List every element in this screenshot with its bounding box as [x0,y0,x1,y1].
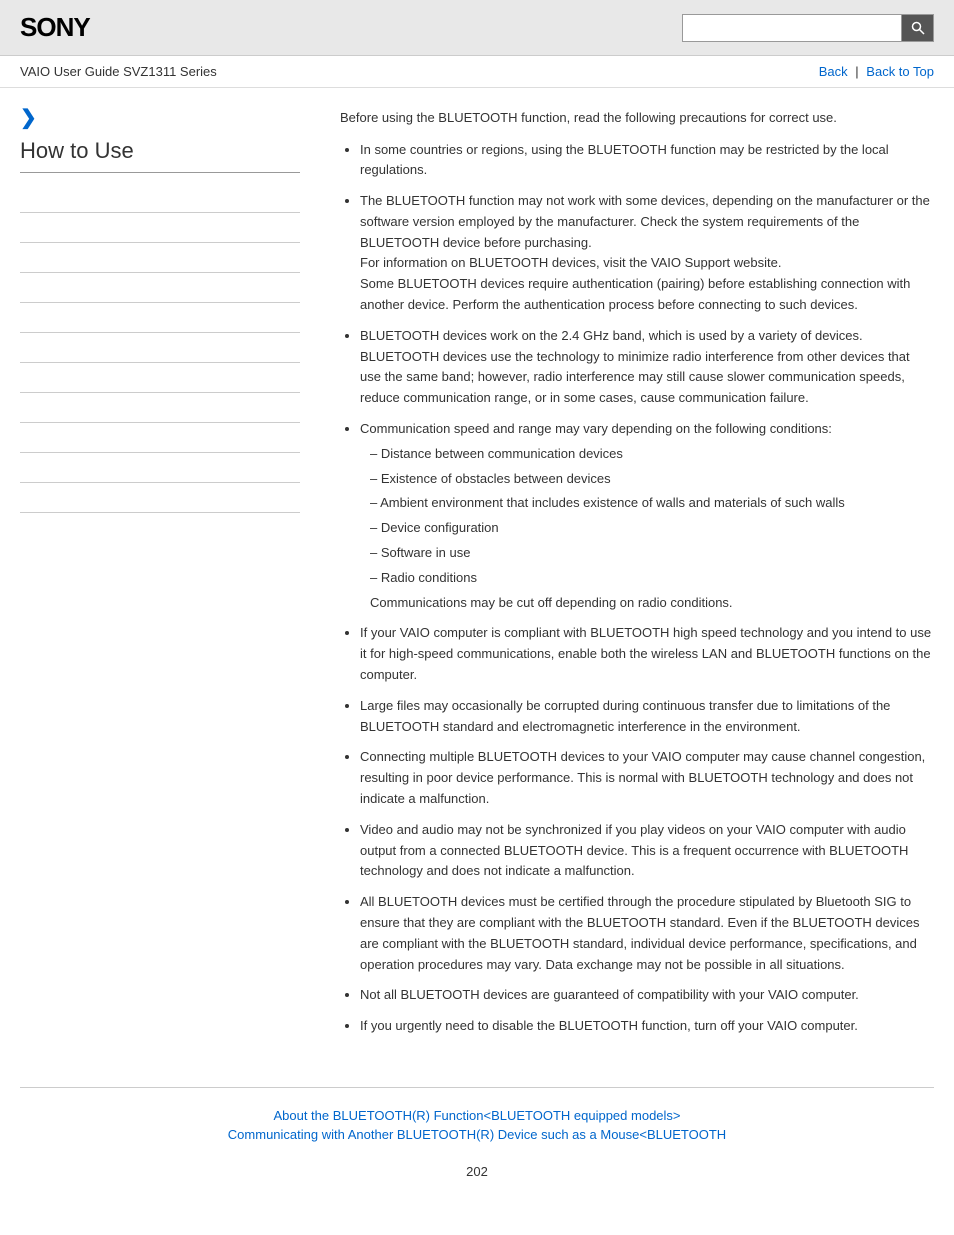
sony-logo: SONY [20,12,90,43]
sidebar-item [20,243,300,273]
list-item: The BLUETOOTH function may not work with… [360,191,934,316]
search-icon [911,21,925,35]
footer-link-1[interactable]: About the BLUETOOTH(R) Function<BLUETOOT… [20,1108,934,1123]
nav-bar: VAIO User Guide SVZ1311 Series Back | Ba… [0,56,954,88]
list-item: Connecting multiple BLUETOOTH devices to… [360,747,934,809]
content-area: Before using the BLUETOOTH function, rea… [320,108,934,1047]
sidebar-item [20,303,300,333]
sidebar-item [20,363,300,393]
sub-list-item: Software in use [370,543,934,564]
sidebar-item [20,213,300,243]
sidebar-item [20,333,300,363]
list-item: BLUETOOTH devices work on the 2.4 GHz ba… [360,326,934,409]
sidebar-item [20,483,300,513]
sub-list-item: Distance between communication devices [370,444,934,465]
list-item: All BLUETOOTH devices must be certified … [360,892,934,975]
search-area [682,14,934,42]
sidebar: ❯ How to Use [20,108,320,1047]
list-item: Large files may occasionally be corrupte… [360,696,934,738]
list-item: Video and audio may not be synchronized … [360,820,934,882]
list-item: Communication speed and range may vary d… [360,419,934,613]
search-button[interactable] [902,14,934,42]
content-intro: Before using the BLUETOOTH function, rea… [340,108,934,128]
sidebar-links [20,183,300,513]
page-number: 202 [0,1156,954,1199]
sidebar-item [20,393,300,423]
chevron-icon: ❯ [20,108,300,128]
sub-list-item: Device configuration [370,518,934,539]
back-to-top-link[interactable]: Back to Top [866,64,934,79]
list-item: Not all BLUETOOTH devices are guaranteed… [360,985,934,1006]
sub-list-item: Radio conditions [370,568,934,589]
footer-separator [20,1087,934,1088]
sub-list-item: Ambient environment that includes existe… [370,493,934,514]
sidebar-item [20,273,300,303]
back-link[interactable]: Back [819,64,848,79]
sidebar-item [20,423,300,453]
page-header: SONY [0,0,954,56]
sidebar-item [20,183,300,213]
list-item: In some countries or regions, using the … [360,140,934,182]
nav-separator: | [855,64,862,79]
sub-list-item: Existence of obstacles between devices [370,469,934,490]
content-list: In some countries or regions, using the … [340,140,934,1037]
main-content: ❯ How to Use Before using the BLUETOOTH … [0,88,954,1067]
sidebar-item [20,453,300,483]
search-input[interactable] [682,14,902,42]
sub-list: Distance between communication devices E… [360,444,934,589]
nav-links: Back | Back to Top [819,64,934,79]
list-item: If you urgently need to disable the BLUE… [360,1016,934,1037]
footer-link-2[interactable]: Communicating with Another BLUETOOTH(R) … [20,1127,934,1142]
nav-title: VAIO User Guide SVZ1311 Series [20,64,217,79]
footer-links: About the BLUETOOTH(R) Function<BLUETOOT… [0,1098,954,1156]
list-item: If your VAIO computer is compliant with … [360,623,934,685]
sidebar-title: How to Use [20,138,300,173]
sub-note: Communications may be cut off depending … [340,593,934,614]
